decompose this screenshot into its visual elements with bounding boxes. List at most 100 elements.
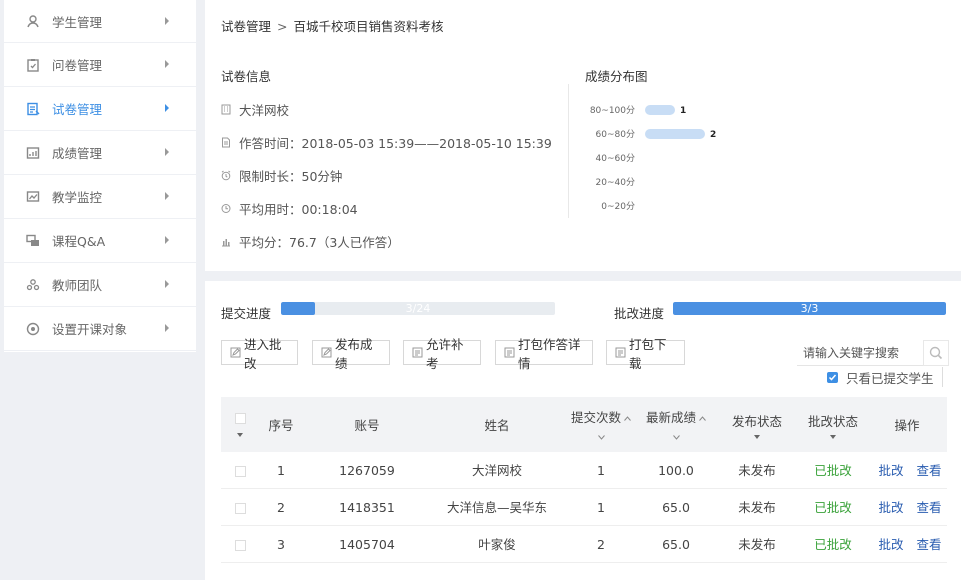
grade-action-link[interactable]: 批改: [873, 452, 909, 489]
info-time: 作答时间：2018-05-03 15:39——2018-05-10 15:39: [221, 133, 552, 152]
category-label: 40~60分: [596, 153, 635, 164]
header-submit-count[interactable]: 提交次数: [561, 397, 641, 452]
cell-name: 叶家俊: [478, 537, 516, 552]
chevron-right-icon: [165, 104, 169, 112]
distribution-bar: [645, 105, 675, 115]
publish-grades-button[interactable]: 发布成绩: [312, 337, 390, 371]
publish-grades-label: 发布成绩: [335, 336, 373, 371]
info-org: 大洋网校: [221, 100, 289, 119]
search-button[interactable]: [923, 340, 949, 366]
info-limit-text: 限制时长：50分钟: [239, 169, 343, 184]
cell-publish-status: 未发布: [738, 500, 776, 515]
sidebar-item-exams[interactable]: 试卷管理: [4, 87, 196, 131]
pack-details-label: 打包作答详情: [518, 336, 581, 371]
header-latest-score[interactable]: 最新成绩: [636, 397, 716, 452]
distribution-bar: [645, 129, 705, 139]
pack-details-button[interactable]: 打包作答详情: [495, 337, 593, 371]
view-action-link[interactable]: 查看: [911, 452, 947, 489]
view-action-link[interactable]: 查看: [911, 489, 947, 526]
submit-progress-text: 3/24: [405, 302, 431, 315]
row-checkbox[interactable]: [234, 503, 246, 514]
cell-grade-status: 已批改: [814, 500, 852, 515]
cell-index: 2: [277, 500, 285, 515]
submit-progress-label: 提交进度: [221, 306, 272, 321]
row-checkbox[interactable]: [234, 540, 246, 551]
chevron-right-icon: [165, 17, 169, 25]
info-avg-score: 平均分：76.7（3人已作答）: [221, 232, 400, 251]
table-header: 序号 账号 姓名 提交次数 最新成绩 发布状态 批改状态 操作: [221, 397, 947, 452]
enter-grading-button[interactable]: 进入批改: [221, 337, 298, 371]
only-submitted-filter[interactable]: 只看已提交学生: [827, 367, 943, 387]
grade-action-link[interactable]: 批改: [873, 489, 909, 526]
document-icon: [504, 347, 515, 358]
search-input[interactable]: [797, 340, 923, 366]
info-time-text: 作答时间：2018-05-03 15:39——2018-05-10 15:39: [239, 136, 552, 151]
cell-account: 1418351: [339, 500, 395, 515]
qa-icon: [26, 234, 40, 248]
checkbox-checked-icon[interactable]: [827, 371, 838, 383]
category-label: 60~80分: [596, 129, 635, 140]
sort-down-icon[interactable]: [672, 428, 680, 443]
cell-submit-count: 1: [597, 463, 605, 478]
sidebar-item-course-target[interactable]: 设置开课对象: [4, 307, 196, 351]
search-icon: [929, 346, 943, 360]
sort-down-icon[interactable]: [597, 428, 605, 443]
search-box: [797, 340, 949, 366]
chevron-right-icon: [165, 324, 169, 332]
sidebar-item-monitor[interactable]: 教学监控: [4, 175, 196, 219]
breadcrumb-parent[interactable]: 试卷管理: [221, 19, 271, 34]
only-submitted-label: 只看已提交学生: [846, 370, 934, 386]
cell-name: 大洋信息—吴华东: [446, 500, 547, 515]
sidebar-item-questionnaires[interactable]: 问卷管理: [4, 43, 196, 87]
sidebar-item-students[interactable]: 学生管理: [4, 0, 196, 43]
sidebar-item-grades[interactable]: 成绩管理: [4, 131, 196, 175]
select-all-checkbox[interactable]: [234, 412, 246, 424]
sort-up-icon[interactable]: [624, 409, 631, 424]
score-distribution-chart: 80~100分 1 60~80分 2 40~60分 20~40分 0~20分: [590, 105, 716, 212]
sidebar-item-teacher-team[interactable]: 教师团队: [4, 263, 196, 307]
team-icon: [26, 278, 40, 292]
cell-select: [227, 526, 253, 563]
document-icon: [221, 137, 231, 148]
header-publish-status-label: 发布状态: [731, 413, 782, 429]
sort-up-icon[interactable]: [699, 409, 706, 424]
breadcrumb-separator: >: [277, 19, 288, 34]
header-actions: 操作: [894, 418, 920, 433]
bar-chart-icon: [221, 236, 231, 247]
grade-action-link[interactable]: 批改: [873, 526, 909, 563]
cell-publish-status: 未发布: [738, 537, 776, 552]
sidebar-item-label: 试卷管理: [52, 102, 103, 117]
cell-submit-count: 2: [597, 537, 605, 552]
header-latest-score-label: 最新成绩: [645, 409, 696, 425]
document-icon: [412, 347, 423, 358]
edit-icon: [230, 347, 241, 358]
sidebar-item-course-qa[interactable]: 课程Q&A: [4, 219, 196, 263]
header-grade-status[interactable]: 批改状态: [793, 397, 873, 452]
header-publish-status[interactable]: 发布状态: [717, 397, 797, 452]
pack-download-label: 打包下载: [629, 336, 667, 371]
allow-retake-button[interactable]: 允许补考: [403, 337, 481, 371]
sidebar-item-label: 教师团队: [52, 278, 103, 293]
cell-latest-score: 65.0: [662, 500, 690, 515]
monitor-icon: [26, 190, 40, 204]
chevron-right-icon: [165, 192, 169, 200]
table-row: 2 1418351 大洋信息—吴华东 1 65.0 未发布 已批改 批改 查看: [221, 489, 947, 526]
edit-icon: [321, 347, 332, 358]
cell-latest-score: 100.0: [658, 463, 694, 478]
view-action-link[interactable]: 查看: [911, 526, 947, 563]
header-grade-status-label: 批改状态: [807, 413, 858, 429]
caret-down-icon[interactable]: [754, 434, 760, 439]
info-avg-score-text: 平均分：76.7（3人已作答）: [239, 235, 400, 250]
pack-download-button[interactable]: 打包下载: [606, 337, 685, 371]
caret-down-icon[interactable]: [237, 432, 243, 437]
chart-title: 成绩分布图: [585, 69, 648, 84]
cell-grade-status: 已批改: [814, 463, 852, 478]
caret-down-icon[interactable]: [830, 434, 836, 439]
info-avg-time: 平均用时：00:18:04: [221, 199, 358, 218]
submit-progress-bar: 3/24: [281, 302, 555, 315]
header-name: 姓名: [484, 418, 510, 433]
chevron-right-icon: [165, 280, 169, 288]
cell-grade-status: 已批改: [814, 537, 852, 552]
row-checkbox[interactable]: [234, 466, 246, 477]
clock-icon: [221, 203, 231, 214]
